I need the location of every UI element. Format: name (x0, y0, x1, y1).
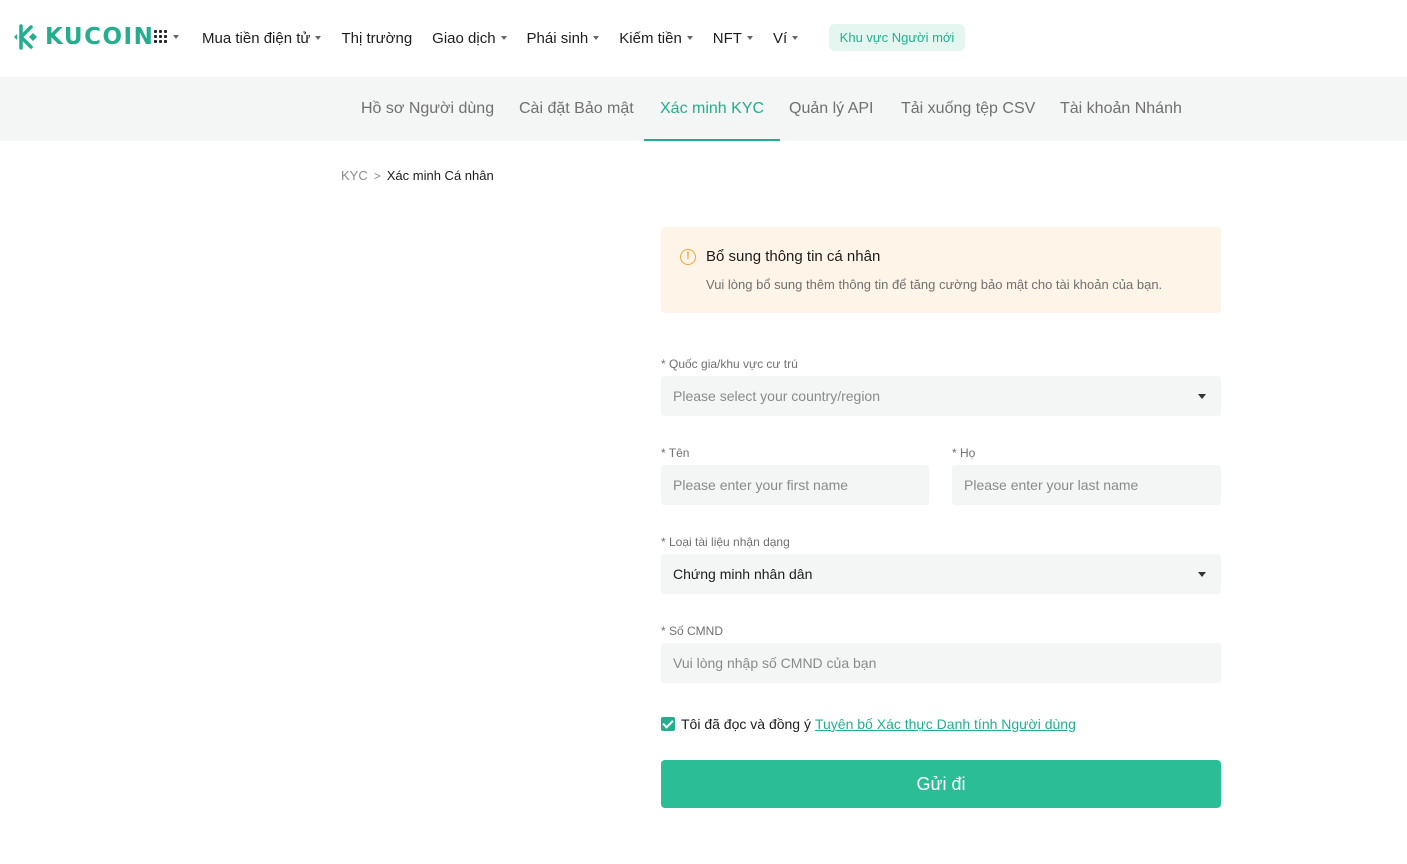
agreement-row: Tôi đã đọc và đồng ý Tuyên bố Xác thực D… (661, 716, 1076, 732)
last-name-placeholder: Please enter your last name (964, 477, 1139, 493)
info-notice: ! Bổ sung thông tin cá nhân Vui lòng bổ … (661, 227, 1221, 313)
menu-item-wallet[interactable]: Ví (772, 29, 799, 47)
breadcrumb: KYC > Xác minh Cá nhân (341, 168, 494, 183)
menu-item-buy-crypto[interactable]: Mua tiền điện tử (202, 29, 322, 47)
kucoin-logo[interactable]: KUCOIN (12, 22, 154, 52)
first-name-input[interactable]: Please enter your first name (661, 465, 929, 505)
last-name-input[interactable]: Please enter your last name (952, 465, 1221, 505)
newbie-zone-button[interactable]: Khu vực Người mới (829, 24, 965, 51)
top-navigation: KUCOIN Mua tiền điện tử Thị trường Giao … (0, 0, 1407, 77)
notice-text: Vui lòng bổ sung thêm thông tin để tăng … (706, 277, 1163, 292)
last-name-label: * Họ (952, 446, 976, 460)
id-type-label: * Loại tài liệu nhận dạng (661, 535, 790, 549)
menu-item-label: Mua tiền điện tử (202, 29, 311, 47)
info-circle-icon: ! (680, 249, 696, 265)
id-type-select[interactable]: Chứng minh nhân dân (661, 554, 1221, 594)
tab-security-settings[interactable]: Cài đặt Bảo mật (519, 77, 634, 141)
chevron-down-icon (593, 36, 600, 40)
menu-item-markets[interactable]: Thị trường (341, 30, 412, 47)
chevron-down-icon (500, 36, 507, 40)
chevron-down-icon (746, 36, 753, 40)
breadcrumb-separator: > (373, 168, 381, 183)
menu-item-label: Thị trường (341, 29, 413, 47)
country-label: * Quốc gia/khu vực cư trú (661, 357, 798, 371)
menu-item-trade[interactable]: Giao dịch (432, 29, 507, 47)
country-placeholder: Please select your country/region (673, 388, 880, 404)
chevron-down-icon (173, 35, 179, 39)
dropdown-arrow-icon (1198, 394, 1206, 399)
breadcrumb-kyc-link[interactable]: KYC (341, 168, 368, 183)
notice-title: Bổ sung thông tin cá nhân (706, 248, 881, 265)
dropdown-arrow-icon (1198, 572, 1206, 577)
breadcrumb-current: Xác minh Cá nhân (386, 168, 494, 183)
id-number-label: * Số CMND (661, 624, 724, 638)
first-name-placeholder: Please enter your first name (673, 477, 849, 493)
tab-api-management[interactable]: Quản lý API (789, 77, 874, 141)
menu-item-derivatives[interactable]: Phái sinh (527, 30, 600, 47)
chevron-down-icon (686, 36, 693, 40)
main-menu: Mua tiền điện tử Thị trường Giao dịch Ph… (202, 26, 818, 50)
grid-icon (154, 30, 168, 44)
menu-item-label: Ví (772, 29, 788, 47)
menu-item-label: Giao dịch (432, 29, 496, 47)
tab-user-profile[interactable]: Hồ sơ Người dùng (361, 77, 494, 141)
menu-item-label: Kiếm tiền (619, 29, 682, 47)
brand-name: KUCOIN (45, 24, 155, 50)
agreement-link[interactable]: Tuyên bố Xác thực Danh tính Người dùng (815, 716, 1076, 732)
id-type-value: Chứng minh nhân dân (673, 566, 813, 582)
menu-item-label: Phái sinh (526, 29, 589, 47)
menu-item-nft[interactable]: NFT (713, 30, 753, 47)
tab-kyc-verification[interactable]: Xác minh KYC (643, 77, 781, 141)
menu-item-label: NFT (712, 29, 742, 47)
first-name-label: * Tên (661, 446, 690, 460)
agreement-checkbox[interactable] (661, 717, 675, 731)
agreement-text: Tôi đã đọc và đồng ý (681, 716, 811, 732)
chevron-down-icon (792, 36, 799, 40)
menu-item-earn[interactable]: Kiếm tiền (619, 30, 693, 47)
id-number-input[interactable]: Vui lòng nhập số CMND của bạn (661, 643, 1221, 683)
tab-sub-accounts[interactable]: Tài khoản Nhánh (1060, 77, 1182, 141)
id-number-placeholder: Vui lòng nhập số CMND của bạn (673, 655, 877, 671)
country-select[interactable]: Please select your country/region (661, 376, 1221, 416)
account-subnav: Hồ sơ Người dùng Cài đặt Bảo mật Xác min… (0, 77, 1407, 141)
submit-button[interactable]: Gửi đi (661, 760, 1221, 808)
chevron-down-icon (315, 36, 322, 40)
kucoin-logo-icon (14, 24, 37, 50)
tab-download-csv[interactable]: Tải xuống tệp CSV (901, 77, 1035, 141)
apps-menu-button[interactable] (154, 30, 179, 44)
